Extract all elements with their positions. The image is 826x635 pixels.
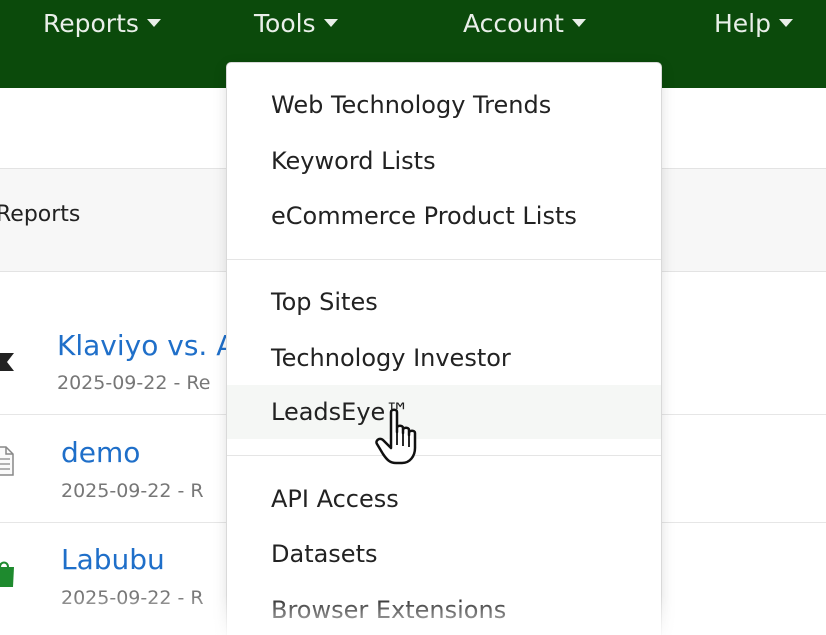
menu-item-technology-investor[interactable]: Technology Investor xyxy=(227,331,661,385)
nav-account-menu[interactable]: Account xyxy=(463,4,586,42)
nav-reports-label: Reports xyxy=(43,8,139,38)
menu-item-api-access[interactable]: API Access xyxy=(227,472,661,526)
report-meta: 2025-09-22 - Re xyxy=(57,372,211,394)
caret-down-icon xyxy=(571,19,586,27)
nav-help-menu[interactable]: Help xyxy=(714,4,793,42)
menu-item-leadseye[interactable]: LeadsEye™ xyxy=(227,385,661,439)
nav-reports-menu[interactable]: Reports xyxy=(43,4,161,42)
menu-item-browser-extensions[interactable]: Browser Extensions xyxy=(227,583,661,635)
menu-item-top-sites[interactable]: Top Sites xyxy=(227,275,661,329)
nav-tools-menu[interactable]: Tools xyxy=(254,4,338,42)
report-meta: 2025-09-22 - R xyxy=(61,587,204,609)
caret-down-icon xyxy=(323,19,338,27)
nav-tools-label: Tools xyxy=(254,8,316,38)
caret-down-icon xyxy=(146,19,161,27)
report-title-link[interactable]: demo xyxy=(61,436,140,469)
report-title-link[interactable]: Klaviyo vs. A xyxy=(57,329,235,362)
menu-item-ecommerce-product-lists[interactable]: eCommerce Product Lists xyxy=(227,189,661,243)
menu-divider xyxy=(227,455,661,456)
report-title-link[interactable]: Labubu xyxy=(61,543,165,576)
tools-dropdown-menu: Web Technology Trends Keyword Lists eCom… xyxy=(226,62,662,635)
caret-down-icon xyxy=(779,19,793,27)
tag-icon xyxy=(0,353,14,371)
report-meta: 2025-09-22 - R xyxy=(61,480,204,502)
shopping-bag-icon xyxy=(0,561,14,587)
menu-item-web-technology-trends[interactable]: Web Technology Trends xyxy=(227,78,661,132)
menu-divider xyxy=(227,259,661,260)
document-icon xyxy=(0,446,14,476)
nav-help-label: Help xyxy=(714,8,771,38)
nav-account-label: Account xyxy=(463,8,564,38)
page: Reports Tools Account Help Reports Klavi… xyxy=(0,0,826,635)
menu-item-datasets[interactable]: Datasets xyxy=(227,527,661,581)
reports-section-title: Reports xyxy=(0,202,81,227)
menu-item-keyword-lists[interactable]: Keyword Lists xyxy=(227,134,661,188)
